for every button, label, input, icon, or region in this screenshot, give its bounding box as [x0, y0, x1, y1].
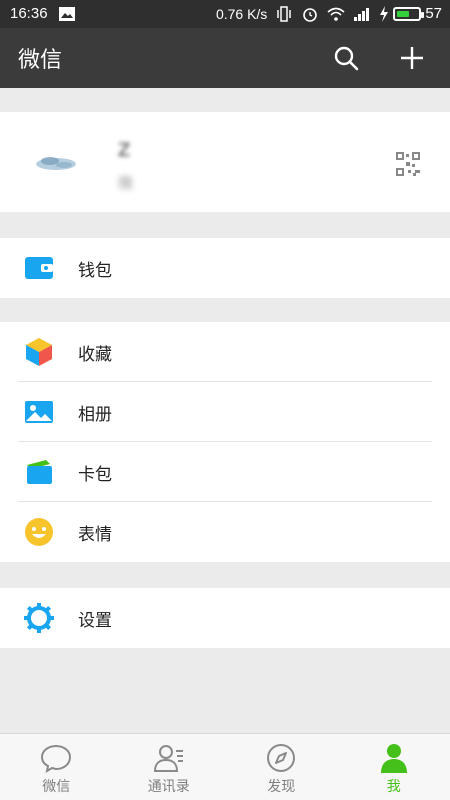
qr-code-icon[interactable] [396, 152, 420, 176]
menu-item-settings[interactable]: 设置 [0, 588, 450, 648]
tab-label-contacts: 通讯录 [147, 779, 190, 795]
bottom-tab-bar: 微信 通讯录 发现 我 [0, 733, 450, 800]
menu-item-cards[interactable]: 卡包 [0, 442, 450, 502]
menu-item-wallet[interactable]: 钱包 [0, 238, 450, 298]
wechat-id: 微 [118, 174, 134, 192]
profile-card[interactable]: Z 微 [0, 112, 450, 212]
menu-item-favorites[interactable]: 收藏 [0, 322, 450, 382]
smiley-icon [25, 518, 53, 546]
signal-icon [354, 7, 370, 21]
contacts-icon [153, 745, 183, 772]
battery-level: 57 [425, 5, 442, 22]
search-icon [334, 46, 359, 71]
battery-fill [397, 10, 409, 17]
tab-me[interactable]: 我 [338, 734, 450, 800]
battery-icon [393, 6, 425, 21]
tab-label-chats: 微信 [42, 779, 71, 795]
menu-label-wallet: 钱包 [78, 261, 112, 281]
page-title: 微信 [18, 48, 63, 73]
clock: 16:36 [10, 5, 48, 22]
settings-group: 设置 [0, 588, 450, 648]
menu-label-settings: 设置 [78, 611, 112, 631]
network-speed: 0.76 K/s [215, 5, 268, 22]
chat-bubble-icon [41, 744, 72, 774]
avatar[interactable] [24, 132, 88, 192]
tab-label-me: 我 [386, 779, 401, 795]
gear-icon [24, 603, 54, 633]
wifi-icon [327, 7, 345, 21]
image-notification-icon [58, 6, 75, 21]
search-button[interactable] [332, 44, 360, 72]
menu-label-favorites: 收藏 [78, 345, 112, 365]
tab-discover[interactable]: 发现 [225, 734, 338, 800]
tab-contacts[interactable]: 通讯录 [113, 734, 226, 800]
picture-icon [25, 401, 53, 423]
menu-label-cards: 卡包 [78, 465, 112, 485]
plus-icon [401, 47, 423, 69]
charging-icon [380, 5, 389, 22]
cards-icon [27, 460, 52, 484]
menu-item-stickers[interactable]: 表情 [0, 502, 450, 562]
title-bar: 微信 [0, 28, 450, 88]
tools-group: 收藏 相册 卡包 表情 [0, 322, 450, 562]
status-bar: 16:36 0.76 K/s 57 [0, 0, 450, 28]
wallet-icon [25, 257, 53, 279]
menu-item-album[interactable]: 相册 [0, 382, 450, 442]
wallet-group: 钱包 [0, 238, 450, 298]
tab-chats[interactable]: 微信 [0, 734, 113, 800]
menu-label-stickers: 表情 [78, 525, 112, 545]
person-icon [380, 744, 407, 773]
profile-name: Z [118, 140, 131, 161]
compass-icon [267, 744, 296, 772]
cube-icon [26, 338, 52, 366]
tab-label-discover: 发现 [267, 779, 296, 795]
alarm-icon [303, 7, 318, 22]
add-button[interactable] [398, 44, 426, 72]
menu-label-album: 相册 [78, 405, 112, 425]
vibrate-icon [277, 5, 292, 22]
wechat-me-screen: 16:36 0.76 K/s 57 微信 Z 微 钱包 收藏 相册 卡包 表情 … [0, 0, 450, 800]
